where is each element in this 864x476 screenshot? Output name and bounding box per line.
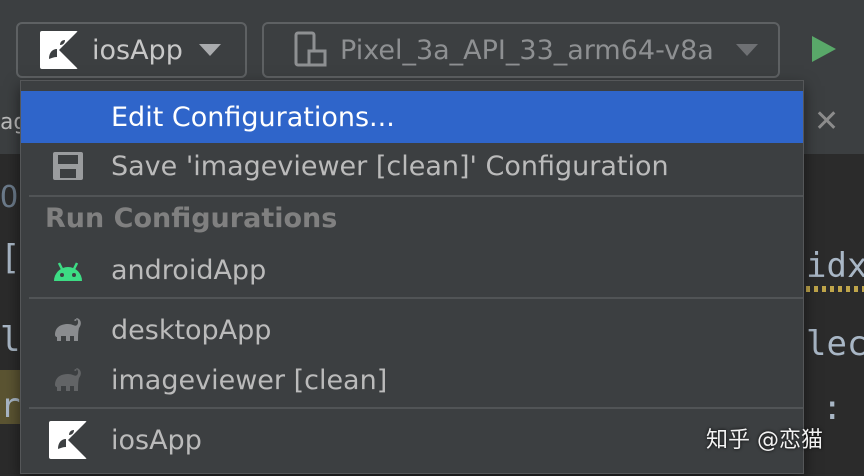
- chevron-down-icon: [198, 44, 221, 56]
- run-configuration-selector[interactable]: iosApp: [16, 22, 247, 78]
- warning-underline: [806, 286, 864, 292]
- ide-window: ag ✕ O| [i le ru idx lec : i iosApp: [0, 0, 864, 476]
- menu-item-label: Save 'imageviewer [clean]' Configuration: [111, 150, 669, 182]
- code-text: lec: [806, 324, 864, 364]
- kotlin-ios-icon: [49, 421, 87, 459]
- configuration-item-androidapp[interactable]: androidApp: [21, 243, 803, 297]
- device-selector[interactable]: Pixel_3a_API_33_arm64-v8a: [262, 22, 780, 78]
- configuration-item-desktopapp[interactable]: desktopApp: [21, 303, 803, 357]
- edit-configurations-item[interactable]: Edit Configurations...: [21, 91, 803, 143]
- menu-separator: [29, 297, 803, 299]
- menu-separator: [29, 195, 803, 197]
- section-header: Run Configurations: [45, 203, 338, 234]
- menu-item-label: desktopApp: [111, 314, 272, 346]
- menu-item-label: Edit Configurations...: [111, 101, 395, 133]
- device-label: Pixel_3a_API_33_arm64-v8a: [340, 34, 714, 66]
- kotlin-ios-icon: [40, 31, 78, 69]
- android-icon: [54, 262, 82, 281]
- configuration-item-imageviewer[interactable]: imageviewer [clean]: [21, 353, 803, 407]
- watermark: 知乎 @恋猫: [706, 428, 823, 453]
- tab-close-icon[interactable]: ✕: [814, 104, 839, 139]
- configuration-item-iosapp[interactable]: iosApp: [21, 413, 803, 467]
- gradle-elephant-icon: [55, 318, 81, 341]
- phone-device-icon: [294, 31, 327, 67]
- menu-item-label: androidApp: [111, 254, 267, 286]
- save-icon: [53, 152, 83, 180]
- code-text: : i: [822, 388, 864, 428]
- run-configurations-popup: Edit Configurations... Save 'imageviewer…: [20, 80, 804, 474]
- menu-item-label: imageviewer [clean]: [111, 364, 388, 396]
- chevron-down-icon: [735, 44, 758, 56]
- run-icon[interactable]: [812, 36, 836, 62]
- menu-item-label: iosApp: [111, 424, 202, 456]
- save-configuration-item[interactable]: Save 'imageviewer [clean]' Configuration: [21, 139, 803, 193]
- code-text: idx: [806, 246, 864, 286]
- run-configuration-label: iosApp: [92, 34, 183, 66]
- menu-separator: [29, 407, 803, 409]
- gradle-elephant-icon: [55, 368, 81, 391]
